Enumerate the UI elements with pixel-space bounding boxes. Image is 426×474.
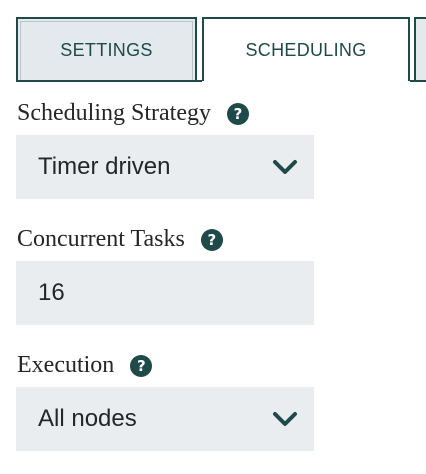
help-circle-icon[interactable]: ? [200,228,223,251]
chevron-down-icon [273,412,297,426]
tab-scheduling[interactable]: SCHEDULING [202,17,410,81]
tab-bar-divider-right [410,80,426,82]
tab-settings[interactable]: SETTINGS [16,17,197,81]
execution-label: Execution [17,352,115,378]
concurrent-tasks-value: 16 [38,279,65,306]
scheduling-strategy-label: Scheduling Strategy [17,100,211,126]
chevron-down-icon [273,160,297,174]
scheduling-strategy-value: Timer driven [38,153,171,180]
execution-select[interactable]: All nodes [16,387,314,451]
help-circle-icon[interactable]: ? [226,102,249,125]
concurrent-tasks-label: Concurrent Tasks [17,226,185,252]
scheduling-strategy-select[interactable]: Timer driven [16,135,314,199]
tab-bar: SETTINGS SCHEDULING [0,0,426,82]
tab-next-partial[interactable] [414,17,426,81]
concurrent-tasks-label-row: Concurrent Tasks ? [17,226,223,253]
execution-label-row: Execution ? [17,352,153,379]
execution-value: All nodes [38,405,137,432]
tab-bar-divider [16,80,202,82]
scheduling-strategy-label-row: Scheduling Strategy ? [17,100,249,127]
help-circle-icon[interactable]: ? [130,354,153,377]
concurrent-tasks-input[interactable]: 16 [16,261,314,325]
